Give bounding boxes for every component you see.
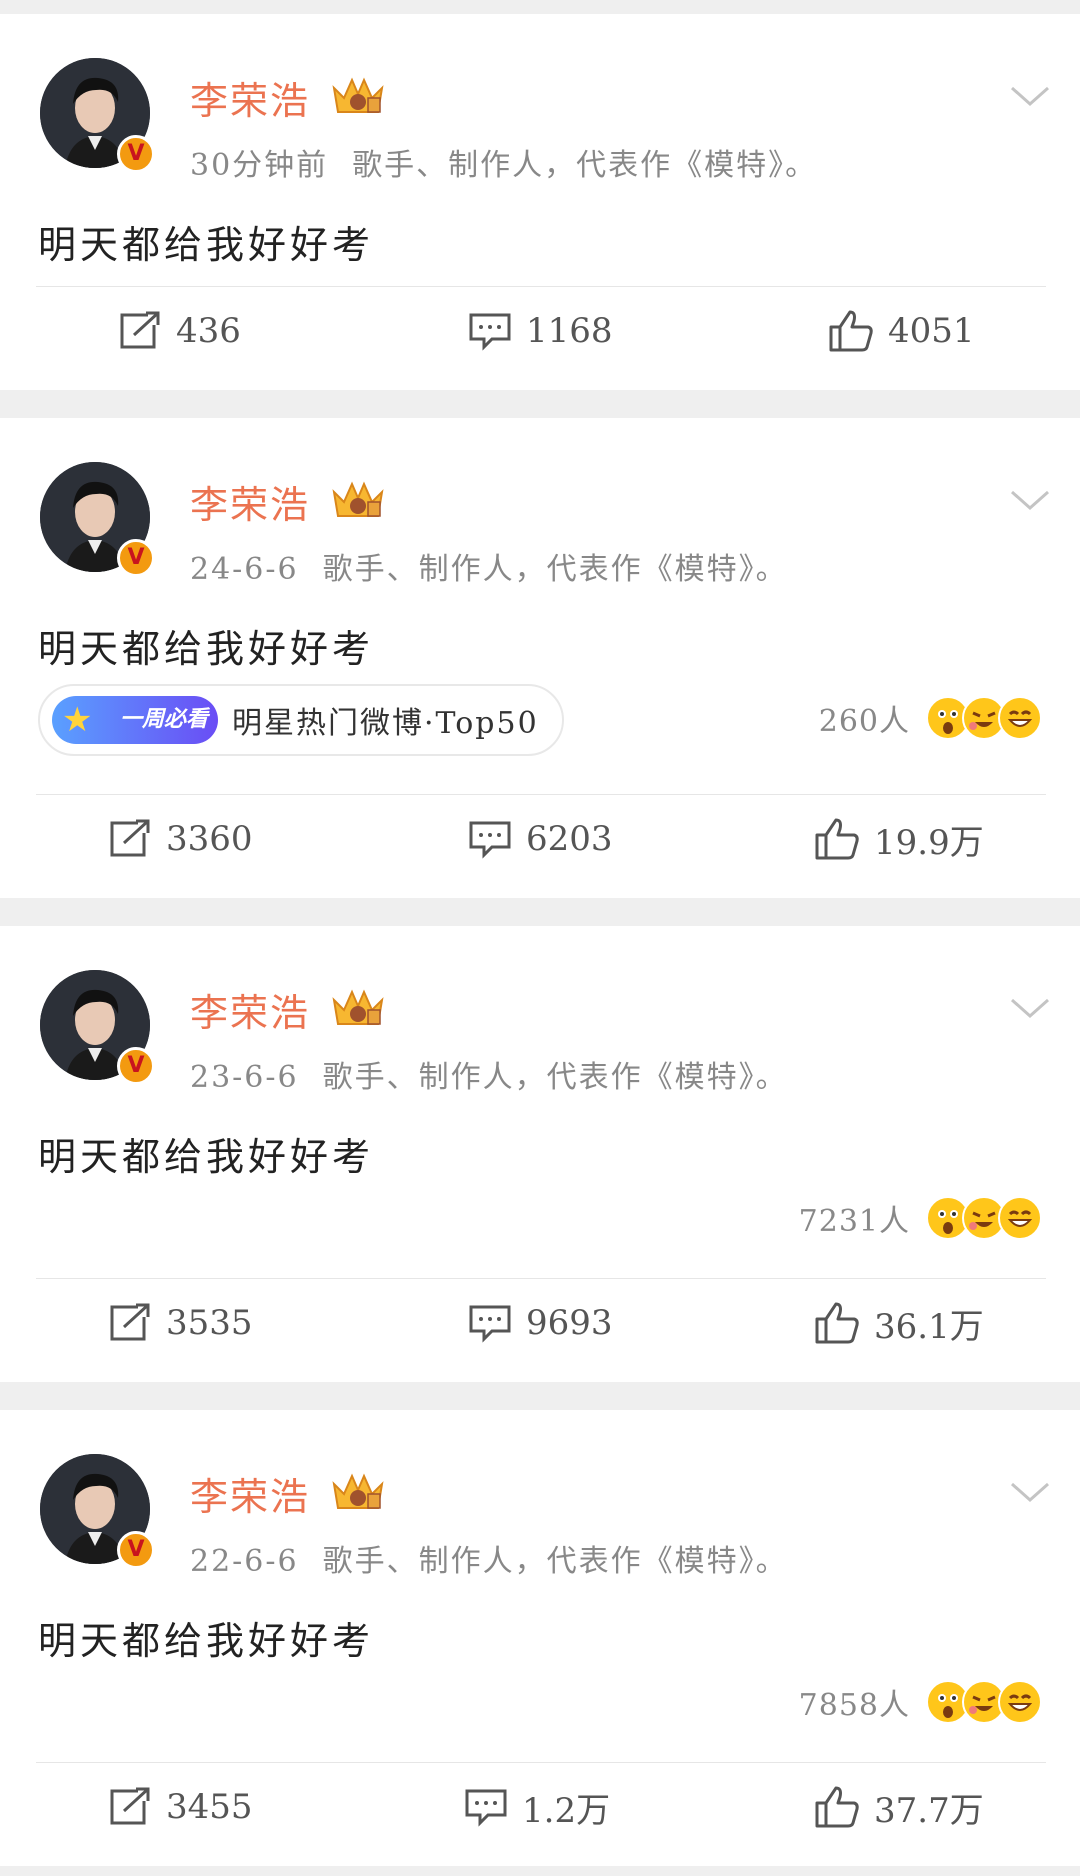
- hot-topic-label: 明星热门微博·Top50: [232, 706, 539, 741]
- chevron-down-icon[interactable]: [1010, 996, 1050, 1020]
- repost-icon: [110, 1303, 150, 1341]
- reaction-count: 260人: [818, 704, 910, 739]
- repost-count: 3535: [166, 1303, 253, 1343]
- post-time: 22-6-6: [190, 1544, 299, 1579]
- author-bio: 歌手、制作人，代表作《模特》。: [322, 1060, 788, 1095]
- comment-button[interactable]: 1168: [468, 306, 613, 356]
- like-count: 19.9万: [874, 822, 984, 863]
- reaction-count: 7231人: [798, 1204, 910, 1239]
- chevron-down-icon[interactable]: [1010, 1480, 1050, 1504]
- post-meta: 30分钟前 歌手、制作人，代表作《模特》。: [190, 140, 817, 184]
- like-count: 37.7万: [874, 1790, 984, 1831]
- author-bio: 歌手、制作人，代表作《模特》。: [322, 552, 788, 587]
- author-bio: 歌手、制作人，代表作《模特》。: [322, 1544, 788, 1579]
- divider: [36, 1278, 1046, 1279]
- author-name[interactable]: 李荣浩: [190, 982, 310, 1037]
- like-button[interactable]: 4051: [828, 306, 975, 356]
- post-meta: 24-6-6 歌手、制作人，代表作《模特》。: [190, 544, 788, 588]
- repost-count: 3360: [166, 819, 253, 859]
- like-icon: [815, 1302, 859, 1344]
- comment-button[interactable]: 9693: [468, 1298, 613, 1348]
- verified-badge-icon: V: [117, 1531, 155, 1569]
- verified-badge-icon: V: [117, 539, 155, 577]
- author-name[interactable]: 李荣浩: [190, 1466, 310, 1521]
- divider: [36, 794, 1046, 795]
- author-name[interactable]: 李荣浩: [190, 474, 310, 529]
- author-bio: 歌手、制作人，代表作《模特》。: [352, 148, 818, 183]
- like-button[interactable]: 19.9万: [814, 814, 984, 864]
- crown-badge-icon: [332, 77, 384, 113]
- verified-badge-icon: V: [117, 135, 155, 173]
- comment-icon: [469, 821, 511, 859]
- post-content: 明天都给我好好考: [38, 627, 375, 671]
- repost-icon: [110, 1787, 150, 1825]
- post-time: 23-6-6: [190, 1060, 299, 1095]
- post-meta: 23-6-6 歌手、制作人，代表作《模特》。: [190, 1052, 788, 1096]
- comment-count: 1168: [526, 311, 613, 351]
- weekly-must-see-badge: ★ 一周必看: [52, 696, 218, 744]
- post-content: 明天都给我好好考: [38, 1619, 375, 1663]
- repost-count: 3455: [166, 1787, 253, 1827]
- repost-button[interactable]: 3360: [108, 814, 253, 864]
- avatar[interactable]: V: [40, 462, 155, 577]
- star-icon: ★: [62, 700, 93, 740]
- post-card[interactable]: V 李荣浩 30分钟前 歌手、制作人，代表作《模特》。 明天都给我好好考 436 …: [0, 14, 1080, 390]
- post-card[interactable]: V 李荣浩 22-6-6 歌手、制作人，代表作《模特》。 明天都给我好好考 785…: [0, 1410, 1080, 1866]
- comment-button[interactable]: 6203: [468, 814, 613, 864]
- comment-icon: [465, 1789, 507, 1827]
- author-name[interactable]: 李荣浩: [190, 70, 310, 125]
- hot-topic-pill[interactable]: ★ 一周必看 明星热门微博·Top50: [38, 684, 564, 756]
- comment-icon: [469, 313, 511, 351]
- crown-badge-icon: [332, 1473, 384, 1509]
- grinning-emoji-icon: [998, 1196, 1042, 1240]
- avatar[interactable]: V: [40, 970, 155, 1085]
- repost-icon: [120, 311, 160, 349]
- like-count: 36.1万: [874, 1306, 984, 1347]
- like-icon: [815, 818, 859, 860]
- post-time: 30分钟前: [190, 148, 329, 183]
- avatar[interactable]: V: [40, 58, 155, 173]
- divider: [36, 286, 1046, 287]
- post-time: 24-6-6: [190, 552, 299, 587]
- repost-button[interactable]: 3455: [108, 1782, 253, 1832]
- divider: [36, 1762, 1046, 1763]
- comment-button[interactable]: 1.2万: [464, 1782, 610, 1832]
- post-content: 明天都给我好好考: [38, 223, 375, 267]
- post-card[interactable]: V 李荣浩 23-6-6 歌手、制作人，代表作《模特》。 明天都给我好好考 723…: [0, 926, 1080, 1382]
- repost-icon: [110, 819, 150, 857]
- like-button[interactable]: 36.1万: [814, 1298, 984, 1348]
- post-card[interactable]: V 李荣浩 24-6-6 歌手、制作人，代表作《模特》。 明天都给我好好考 ★ 一周…: [0, 418, 1080, 898]
- reaction-summary[interactable]: 7231人: [799, 1196, 1042, 1240]
- grinning-emoji-icon: [998, 696, 1042, 740]
- chevron-down-icon[interactable]: [1010, 84, 1050, 108]
- comment-icon: [469, 1305, 511, 1343]
- like-icon: [815, 1786, 859, 1828]
- reaction-count: 7858人: [798, 1688, 910, 1723]
- grinning-emoji-icon: [998, 1680, 1042, 1724]
- reaction-summary[interactable]: 260人: [819, 696, 1042, 740]
- post-meta: 22-6-6 歌手、制作人，代表作《模特》。: [190, 1536, 788, 1580]
- comment-count: 6203: [526, 819, 613, 859]
- chevron-down-icon[interactable]: [1010, 488, 1050, 512]
- like-button[interactable]: 37.7万: [814, 1782, 984, 1832]
- post-content: 明天都给我好好考: [38, 1135, 375, 1179]
- repost-button[interactable]: 3535: [108, 1298, 253, 1348]
- comment-count: 9693: [526, 1303, 613, 1343]
- repost-button[interactable]: 436: [118, 306, 241, 356]
- crown-badge-icon: [332, 989, 384, 1025]
- like-count: 4051: [888, 311, 975, 351]
- reaction-summary[interactable]: 7858人: [799, 1680, 1042, 1724]
- crown-badge-icon: [332, 481, 384, 517]
- comment-count: 1.2万: [522, 1790, 611, 1831]
- avatar[interactable]: V: [40, 1454, 155, 1569]
- repost-count: 436: [176, 311, 241, 351]
- verified-badge-icon: V: [117, 1047, 155, 1085]
- like-icon: [829, 310, 873, 352]
